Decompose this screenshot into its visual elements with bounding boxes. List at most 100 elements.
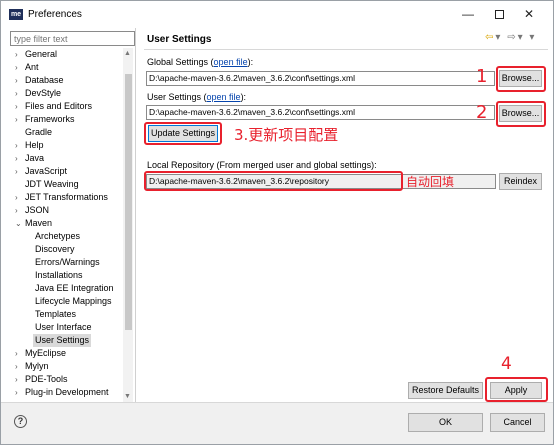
tree-item-label: User Settings (33, 334, 92, 347)
minimize-button[interactable]: — (454, 5, 482, 23)
maximize-icon (494, 10, 504, 20)
tree-item-label: Frameworks (25, 114, 75, 124)
back-arrow-icon[interactable]: ⇦ (485, 32, 495, 43)
collapsed-chevron-icon[interactable]: › (15, 191, 24, 204)
tree-item-label: Plug-in Development (25, 387, 109, 397)
preference-tree-panel: ›General›Ant›Database›DevStyle›Files and… (5, 28, 135, 402)
tree-item-mylyn[interactable]: › Mylyn (9, 360, 123, 373)
annotation-box-update-settings (144, 122, 222, 145)
scroll-down-icon[interactable]: ▼ (124, 393, 131, 400)
page-navigation: ⇦▾ ⇨▾ ▾ (485, 32, 536, 43)
global-open-file-link[interactable]: open file (214, 57, 248, 67)
tree-item-templates[interactable]: Templates (9, 308, 123, 321)
forward-menu-icon[interactable]: ▾ (518, 32, 525, 43)
tree-item-myeclipse[interactable]: › MyEclipse (9, 347, 123, 360)
global-settings-label: Global Settings (open file): (147, 57, 253, 67)
tree-item-devstyle[interactable]: › DevStyle (9, 87, 123, 100)
collapsed-chevron-icon[interactable]: › (15, 386, 24, 399)
view-menu-icon[interactable]: ▾ (529, 32, 536, 43)
user-settings-label-text: User Settings ( (147, 92, 207, 102)
tree-item-archetypes[interactable]: Archetypes (9, 230, 123, 243)
tree-item-label: Installations (35, 270, 83, 280)
collapsed-chevron-icon[interactable]: › (15, 61, 24, 74)
collapsed-chevron-icon[interactable]: › (15, 152, 24, 165)
tree-item-pde-tools[interactable]: › PDE-Tools (9, 373, 123, 386)
panel-splitter[interactable] (135, 28, 136, 402)
tree-item-label: JDT Weaving (25, 179, 79, 189)
tree-scrollbar[interactable]: ▲ ▼ (123, 48, 133, 402)
tree-item-java[interactable]: › Java (9, 152, 123, 165)
window-title: Preferences (28, 9, 82, 20)
tree-item-discovery[interactable]: Discovery (9, 243, 123, 256)
tree-item-frameworks[interactable]: › Frameworks (9, 113, 123, 126)
tree-item-label: PDE-Tools (25, 374, 68, 384)
global-settings-label-end: ): (247, 57, 254, 67)
collapsed-chevron-icon[interactable]: › (15, 100, 24, 113)
annotation-step-3: 3.更新项目配置 (234, 126, 339, 144)
title-bar[interactable]: me Preferences — ✕ (1, 1, 553, 28)
collapsed-chevron-icon[interactable]: › (15, 74, 24, 87)
tree-item-label: DevStyle (25, 88, 62, 98)
collapsed-chevron-icon[interactable]: › (15, 373, 24, 386)
close-button[interactable]: ✕ (515, 5, 543, 23)
global-settings-field[interactable]: D:\apache-maven-3.6.2\maven_3.6.2\conf\s… (146, 71, 495, 86)
collapsed-chevron-icon[interactable]: › (15, 165, 24, 178)
annotation-box-global-browse (496, 66, 546, 92)
tree-item-files-and-editors[interactable]: › Files and Editors (9, 100, 123, 113)
scroll-up-icon[interactable]: ▲ (124, 50, 131, 57)
local-repository-label: Local Repository (From merged user and g… (147, 160, 377, 170)
annotation-auto-fill: 自动回填 (406, 175, 455, 189)
collapsed-chevron-icon[interactable]: › (15, 113, 24, 126)
collapsed-chevron-icon[interactable]: › (15, 48, 24, 61)
title-separator (144, 49, 548, 50)
forward-arrow-icon[interactable]: ⇨ (507, 32, 517, 43)
app-icon: me (9, 9, 23, 20)
tree-item-help[interactable]: › Help (9, 139, 123, 152)
tree-item-label: Help (25, 140, 44, 150)
collapsed-chevron-icon[interactable]: › (15, 139, 24, 152)
user-settings-field[interactable]: D:\apache-maven-3.6.2\maven_3.6.2\conf\s… (146, 105, 495, 120)
tree-item-json[interactable]: › JSON (9, 204, 123, 217)
tree-item-database[interactable]: › Database (9, 74, 123, 87)
tree-item-user-interface[interactable]: User Interface (9, 321, 123, 334)
tree-item-plug-in-development[interactable]: › Plug-in Development (9, 386, 123, 399)
page-title: User Settings (147, 34, 212, 45)
expanded-chevron-icon[interactable]: ⌄ (15, 217, 24, 230)
tree-item-label: Java EE Integration (35, 283, 114, 293)
annotation-box-user-browse (496, 101, 546, 127)
collapsed-chevron-icon[interactable]: › (15, 347, 24, 360)
ok-button[interactable]: OK (408, 413, 483, 432)
tree-item-ant[interactable]: › Ant (9, 61, 123, 74)
tree-item-jdt-weaving[interactable]: JDT Weaving (9, 178, 123, 191)
filter-input[interactable] (10, 31, 135, 46)
scroll-thumb[interactable] (125, 74, 132, 330)
tree-item-installations[interactable]: Installations (9, 269, 123, 282)
tree-item-general[interactable]: › General (9, 48, 123, 61)
back-menu-icon[interactable]: ▾ (495, 32, 502, 43)
help-icon[interactable]: ? (14, 415, 27, 428)
tree-item-user-settings[interactable]: User Settings (9, 334, 123, 347)
maximize-button[interactable] (485, 5, 513, 23)
reindex-button[interactable]: Reindex (499, 173, 542, 190)
collapsed-chevron-icon[interactable]: › (15, 360, 24, 373)
restore-defaults-button[interactable]: Restore Defaults (408, 382, 483, 399)
tree-item-javascript[interactable]: › JavaScript (9, 165, 123, 178)
user-open-file-link[interactable]: open file (207, 92, 241, 102)
tree-item-label: Ant (25, 62, 39, 72)
user-settings-label-end: ): (240, 92, 247, 102)
tree-item-label: Lifecycle Mappings (35, 296, 112, 306)
tree-item-maven[interactable]: ⌄ Maven (9, 217, 123, 230)
tree-item-jet-transformations[interactable]: › JET Transformations (9, 191, 123, 204)
annotation-box-apply (485, 377, 548, 402)
preferences-window: me Preferences — ✕ ›General›Ant›Database… (0, 0, 554, 445)
tree-item-gradle[interactable]: Gradle (9, 126, 123, 139)
tree-item-label: Java (25, 153, 45, 163)
collapsed-chevron-icon[interactable]: › (15, 87, 24, 100)
tree-item-label: Archetypes (35, 231, 81, 241)
collapsed-chevron-icon[interactable]: › (15, 204, 24, 217)
tree-item-label: General (25, 49, 58, 59)
tree-item-errors-warnings[interactable]: Errors/Warnings (9, 256, 123, 269)
tree-item-lifecycle-mappings[interactable]: Lifecycle Mappings (9, 295, 123, 308)
tree-item-java-ee-integration[interactable]: Java EE Integration (9, 282, 123, 295)
cancel-button[interactable]: Cancel (490, 413, 545, 432)
